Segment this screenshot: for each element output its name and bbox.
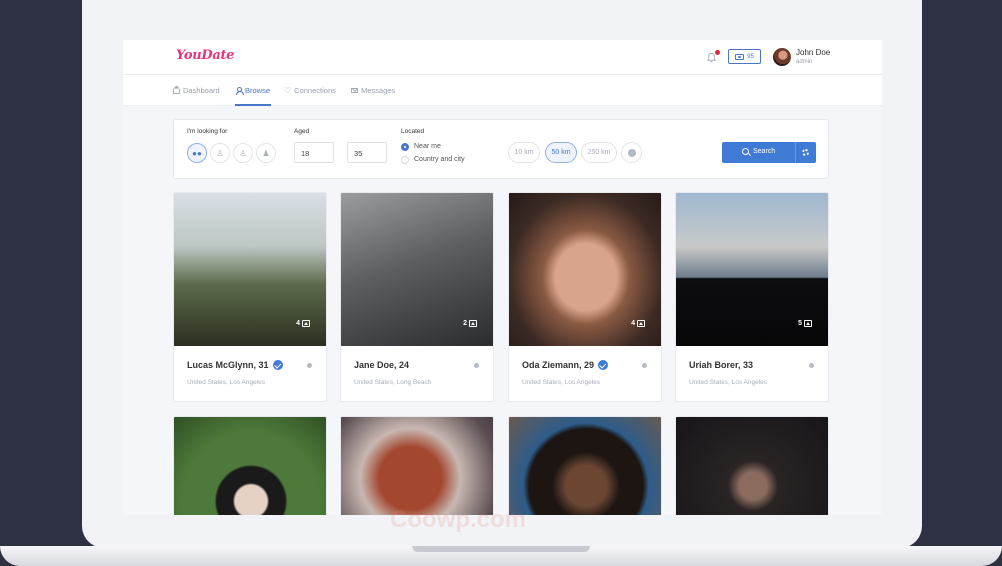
photo-count-value: 4	[296, 320, 300, 327]
profile-name-text: Uriah Borer, 33	[689, 360, 754, 370]
verified-icon	[272, 360, 283, 370]
credits-count: 95	[747, 53, 754, 60]
looking-for-label: I'm looking for	[187, 128, 228, 135]
heart-icon: ♡	[284, 85, 292, 95]
profile-card[interactable]: 5 Uriah Borer, 33 United States, Los Ang…	[675, 192, 829, 402]
photo-count-value: 5	[798, 320, 802, 327]
profile-photo[interactable]	[676, 417, 828, 515]
gender-female-button[interactable]: ♙	[233, 143, 253, 163]
user-role: admin	[796, 59, 813, 65]
photo-count-value: 2	[463, 320, 467, 327]
profile-location: United States, Los Angeles	[522, 379, 601, 386]
gender-couple-button[interactable]: ♟	[256, 143, 276, 163]
top-bar: YouDate 95 John Doe admin	[123, 40, 882, 75]
distance-10km[interactable]: 10 km	[508, 142, 540, 163]
distance-250km[interactable]: 250 km	[581, 142, 617, 163]
country-city-label: Country and city	[414, 156, 465, 163]
near-me-label: Near me	[414, 143, 441, 150]
tab-label: Connections	[294, 85, 336, 95]
tab-label: Browse	[245, 85, 271, 95]
country-city-radio[interactable]	[401, 156, 409, 164]
button-divider	[795, 142, 796, 163]
image-icon	[637, 320, 645, 327]
profile-name-text: Lucas McGlynn, 31	[187, 360, 269, 370]
profile-name-text: Oda Ziemann, 29	[522, 360, 595, 370]
distance-50km[interactable]: 50 km	[545, 142, 577, 163]
profile-photo[interactable]	[341, 417, 493, 515]
age-min-input[interactable]: 18	[294, 142, 334, 163]
profile-card[interactable]: 4 Lucas McGlynn, 31 United States, Los A…	[173, 192, 327, 402]
photo-count: 4	[296, 320, 310, 327]
profile-location: United States, Los Angeles	[689, 379, 768, 386]
notification-dot	[715, 50, 720, 55]
active-tab-indicator	[235, 104, 271, 106]
tab-label: Messages	[361, 85, 396, 95]
profile-card[interactable]	[508, 416, 662, 515]
profile-name[interactable]: Lucas McGlynn, 31	[187, 360, 283, 370]
male-icon: ♙	[216, 148, 224, 158]
profile-card[interactable]	[173, 416, 327, 515]
mail-icon	[351, 88, 358, 93]
search-icon	[742, 148, 749, 155]
online-status-dot	[642, 363, 647, 368]
verified-icon	[598, 360, 609, 370]
credits-badge[interactable]: 95	[728, 49, 761, 64]
globe-icon	[627, 148, 636, 157]
online-status-dot	[474, 363, 479, 368]
main-nav: Dashboard Browse ♡ Connections Messages	[123, 75, 882, 106]
photo-count-value: 4	[631, 320, 635, 327]
profile-name[interactable]: Oda Ziemann, 29	[522, 360, 609, 370]
profile-location: United States, Los Angeles	[187, 379, 266, 386]
profile-photo[interactable]	[174, 417, 326, 515]
profile-location: United States, Long Beach	[354, 379, 432, 386]
avatar[interactable]	[773, 48, 791, 66]
worldwide-button[interactable]	[621, 142, 642, 163]
tab-connections[interactable]: ♡ Connections	[284, 85, 336, 95]
profile-photo[interactable]	[509, 417, 661, 515]
search-filter-panel: I'm looking for ●● ♙ ♙ ♟ Aged 18 35 Loca…	[173, 119, 829, 179]
located-label: Located	[401, 128, 425, 135]
near-me-radio[interactable]	[401, 143, 409, 151]
laptop-notch	[412, 546, 590, 552]
photo-count: 2	[463, 320, 477, 327]
search-button[interactable]: Search	[722, 142, 816, 163]
image-icon	[302, 320, 310, 327]
tab-dashboard[interactable]: Dashboard	[173, 85, 220, 95]
app-screen: YouDate 95 John Doe admin Dashboard Brow…	[123, 40, 882, 515]
profile-card[interactable]: 4 Oda Ziemann, 29 United States, Los Ang…	[508, 192, 662, 402]
group-icon: ●●	[192, 148, 202, 158]
profile-card[interactable]: 2 Jane Doe, 24 United States, Long Beach	[340, 192, 494, 402]
online-status-dot	[307, 363, 312, 368]
female-icon: ♙	[239, 148, 247, 158]
profile-name[interactable]: Uriah Borer, 33	[689, 360, 753, 370]
gender-any-button[interactable]: ●●	[187, 143, 207, 163]
watermark: Coowp.com	[390, 506, 526, 533]
aged-label: Aged	[294, 128, 310, 135]
age-max-input[interactable]: 35	[347, 142, 387, 163]
home-icon	[173, 88, 180, 94]
image-icon	[804, 320, 812, 327]
profile-card[interactable]	[675, 416, 829, 515]
image-icon	[469, 320, 477, 327]
photo-count: 5	[798, 320, 812, 327]
gender-male-button[interactable]: ♙	[210, 143, 230, 163]
online-status-dot	[809, 363, 814, 368]
tab-label: Dashboard	[183, 85, 220, 95]
user-name[interactable]: John Doe	[796, 48, 830, 57]
couple-icon: ♟	[262, 148, 270, 158]
tab-browse[interactable]: Browse	[235, 85, 270, 95]
profile-name-text: Jane Doe, 24	[354, 360, 410, 370]
app-logo[interactable]: YouDate	[176, 48, 234, 63]
search-button-label: Search	[753, 148, 776, 155]
user-icon	[235, 86, 244, 95]
money-icon	[735, 53, 745, 60]
profile-name[interactable]: Jane Doe, 24	[354, 360, 409, 370]
profile-card[interactable]	[340, 416, 494, 515]
photo-count: 4	[631, 320, 645, 327]
gear-icon[interactable]	[802, 149, 809, 156]
tab-messages[interactable]: Messages	[351, 85, 395, 95]
